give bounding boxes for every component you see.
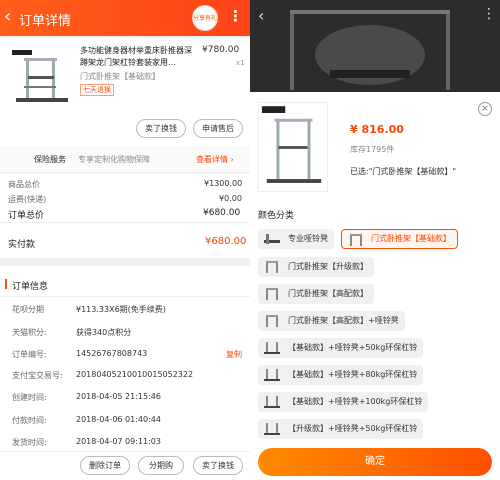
- order-total-label: 订单总价: [8, 211, 45, 221]
- variant-label: 门式卧推架【高配款】: [288, 289, 368, 298]
- shipped-time-value: 2018-04-07 09:11:03: [76, 437, 161, 446]
- variant-label: 【升级款】+哑铃凳+50kg环保杠铃: [288, 424, 418, 433]
- variant-option[interactable]: 【基础款】+哑铃凳+50kg环保杠铃: [258, 338, 424, 358]
- variant-option[interactable]: 门式卧推架【高配款】: [258, 284, 374, 304]
- more-menu-icon[interactable]: ⋮: [228, 7, 243, 25]
- variant-option[interactable]: 专业哑铃凳: [258, 229, 334, 249]
- product-spec: 门式卧推架【基础款】: [80, 72, 160, 81]
- return-tag: 七天退换: [80, 84, 114, 96]
- paid-time-label: 付款时间:: [12, 416, 47, 425]
- order-detail-panel: ‹ 订单详情 分享有礼 ⋮ 多功能健身器材举重床卧推器深蹲架龙门架杠铃套装家用……: [0, 0, 250, 480]
- copy-order-number-button[interactable]: 复制: [226, 349, 242, 360]
- variant-option-selected[interactable]: 门式卧推架【基础款】: [341, 229, 458, 249]
- variant-label: 门式卧推架【升级款】: [288, 262, 368, 271]
- sheet-selected: 已选:"门式卧推架【基础款】": [350, 167, 457, 176]
- insurance-label: 保险服务: [34, 155, 66, 164]
- product-qty: x1: [236, 59, 245, 67]
- variant-thumbnail-icon: [266, 315, 278, 327]
- close-icon[interactable]: ×: [478, 102, 492, 116]
- variant-label: 【基础款】+哑铃凳+50kg环保杠铃: [288, 343, 418, 352]
- header-bar: ‹ 订单详情 分享有礼 ⋮: [0, 0, 250, 36]
- installment-label: 花呗分期: [12, 305, 44, 314]
- variant-thumbnail-icon: [266, 261, 278, 273]
- share-gift-badge[interactable]: 分享有礼: [192, 5, 218, 31]
- back-arrow-icon[interactable]: ‹: [4, 7, 11, 27]
- created-time-value: 2018-04-05 21:15:46: [76, 392, 161, 401]
- sheet-stock: 库存1795件: [350, 145, 395, 154]
- variant-section-title: 颜色分类: [258, 211, 295, 221]
- insurance-row[interactable]: 保险服务 专享定制化购物保障 查看详情 ›: [0, 146, 250, 172]
- order-total-value: ¥680.00: [203, 208, 241, 218]
- goods-total-label: 商品总价: [8, 180, 40, 189]
- created-time-label: 创建时间:: [12, 393, 47, 402]
- variant-label: 门式卧推架【基础款】: [371, 234, 451, 243]
- variant-thumbnail-icon: [264, 423, 280, 435]
- alipay-trade-label: 支付宝交易号:: [12, 371, 63, 380]
- shipping-label: 运费(快递): [8, 195, 47, 204]
- variant-option[interactable]: 门式卧推架【高配款】+哑铃凳: [258, 311, 405, 331]
- variant-thumbnail-icon: [264, 234, 280, 244]
- product-name[interactable]: 多功能健身器材举重床卧推器深蹲架龙门架杠铃套装家用…: [80, 45, 192, 69]
- sell-exchange-button[interactable]: 卖了换钱: [136, 119, 186, 138]
- product-thumbnail[interactable]: [10, 46, 72, 108]
- installment-buy-button[interactable]: 分期购: [138, 456, 184, 475]
- totals-section: 商品总价 ¥1300.00 运费(快递) ¥0.00 订单总价 ¥680.00: [0, 174, 250, 222]
- order-info-title: 订单信息: [12, 282, 49, 292]
- variant-label: 【基础款】+哑铃凳+100kg环保杠铃: [288, 397, 423, 406]
- apply-after-sale-button[interactable]: 申请售后: [193, 119, 243, 138]
- delete-order-button[interactable]: 删除订单: [80, 456, 130, 475]
- variant-label: 门式卧推架【高配款】+哑铃凳: [288, 316, 399, 325]
- variant-thumbnail-icon: [264, 342, 280, 354]
- insurance-link[interactable]: 查看详情 ›: [196, 154, 234, 165]
- points-label: 天猫积分:: [12, 328, 47, 337]
- goods-total-value: ¥1300.00: [204, 179, 243, 188]
- order-number-label: 订单编号:: [12, 350, 47, 359]
- shipping-value: ¥0.00: [219, 194, 242, 203]
- variant-option[interactable]: 【基础款】+哑铃凳+100kg环保杠铃: [258, 392, 429, 412]
- order-info-section: 订单信息 花呗分期 ¥113.33X6期(免手续费) 天猫积分: 获得340点积…: [0, 266, 250, 480]
- backdrop-more-icon[interactable]: ⋮: [482, 6, 496, 22]
- sheet-price: ¥ 816.00: [350, 123, 404, 136]
- insurance-desc: 专享定制化购物保障: [78, 155, 150, 164]
- variant-thumbnail-icon: [350, 234, 362, 246]
- sku-selection-sheet: × ¥ 816.00 库存1795件 已选:"门式卧推架【基础款】" 颜色分类 …: [250, 92, 500, 480]
- sell-exchange-bottom-button[interactable]: 卖了换钱: [193, 456, 243, 475]
- backdrop-product-image: [250, 0, 500, 92]
- variant-thumbnail-icon: [266, 288, 278, 300]
- sheet-product-thumbnail: [258, 102, 328, 192]
- shipped-time-label: 发货时间:: [12, 438, 47, 447]
- backdrop-back-arrow-icon[interactable]: ‹: [258, 6, 264, 25]
- variant-label: 专业哑铃凳: [288, 234, 328, 243]
- variant-option[interactable]: 【升级款】+哑铃凳+50kg环保杠铃: [258, 419, 424, 439]
- order-info-title-bar: [5, 279, 7, 289]
- product-card: 多功能健身器材举重床卧推器深蹲架龙门架杠铃套装家用… ¥780.00 x1 门式…: [0, 38, 250, 146]
- page-title: 订单详情: [19, 14, 72, 29]
- variant-label: 【基础款】+哑铃凳+80kg环保杠铃: [288, 370, 418, 379]
- paid-row: 实付款 ¥680.00: [0, 222, 250, 258]
- paid-value: ¥680.00: [205, 236, 247, 247]
- variant-option[interactable]: 【基础款】+哑铃凳+80kg环保杠铃: [258, 365, 424, 385]
- alipay-trade-value: 20180405210010015052322: [76, 370, 194, 379]
- order-number-value: 14526767808743: [76, 349, 148, 358]
- product-price: ¥780.00: [202, 45, 240, 55]
- paid-label: 实付款: [8, 240, 36, 250]
- points-value: 获得340点积分: [76, 328, 132, 337]
- variant-thumbnail-icon: [264, 369, 280, 381]
- bottom-action-bar: 删除订单 分期购 卖了换钱: [0, 451, 250, 480]
- paid-time-value: 2018-04-06 01:40:44: [76, 415, 161, 424]
- installment-value: ¥113.33X6期(免手续费): [76, 305, 166, 314]
- confirm-button[interactable]: 确定: [258, 448, 492, 476]
- variant-thumbnail-icon: [264, 396, 280, 408]
- variant-option[interactable]: 门式卧推架【升级款】: [258, 257, 374, 277]
- order-info-divider: [0, 296, 250, 297]
